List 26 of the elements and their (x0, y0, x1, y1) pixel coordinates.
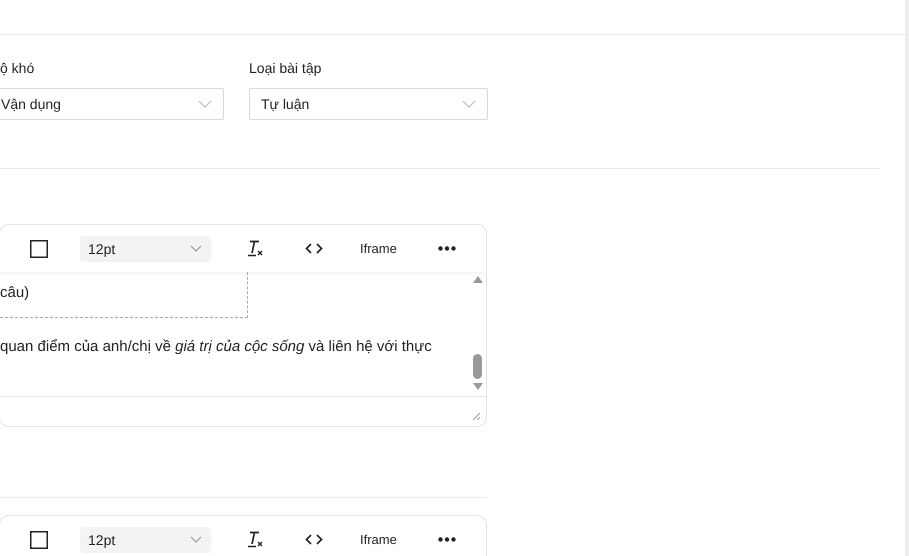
paragraph: quan điểm của anh/chị về giá trị của cộc sống và liên hệ với thực (0, 338, 433, 356)
chevron-down-icon (198, 100, 212, 108)
code-icon[interactable] (305, 534, 323, 545)
more-icon[interactable] (438, 537, 456, 542)
font-size-select[interactable]: 12pt (80, 526, 211, 552)
scroll-thumb[interactable] (473, 354, 482, 378)
resize-handle-icon[interactable] (472, 412, 481, 421)
square-icon[interactable] (30, 530, 48, 548)
chevron-down-icon (190, 536, 202, 543)
code-icon[interactable] (305, 243, 323, 254)
iframe-button[interactable]: Iframe (356, 530, 401, 549)
chevron-down-icon (462, 100, 476, 108)
scroll-down-icon[interactable] (472, 383, 482, 390)
select-field[interactable]: Vận dụng (0, 88, 224, 120)
chevron-down-icon (190, 245, 202, 252)
clear-formatting-icon[interactable] (247, 531, 263, 548)
iframe-button[interactable]: Iframe (356, 239, 401, 258)
select-field[interactable]: Tự luận (249, 88, 488, 120)
scroll-up-icon[interactable] (472, 276, 482, 283)
block-text: câu) (0, 284, 30, 301)
field-label: ộ khó (0, 59, 36, 77)
field-label: Loại bài tập (249, 59, 322, 77)
font-size-select[interactable]: 12pt (80, 236, 211, 262)
clear-formatting-icon[interactable] (247, 240, 263, 257)
more-icon[interactable] (438, 246, 456, 251)
square-icon[interactable] (30, 240, 48, 258)
